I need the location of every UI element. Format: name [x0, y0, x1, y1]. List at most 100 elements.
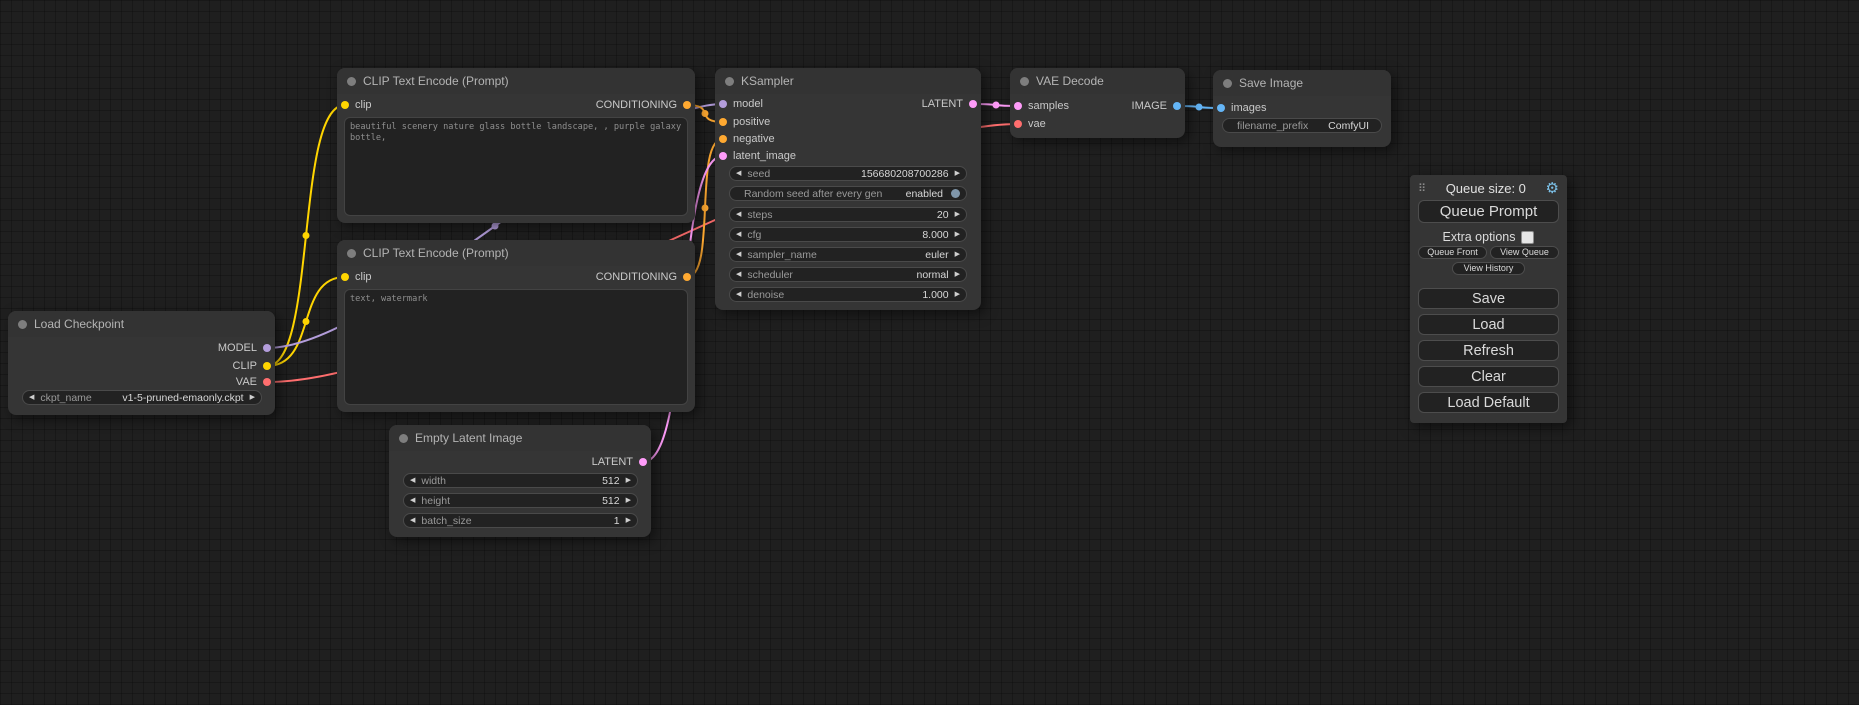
queue-size-label: Queue size: 0 — [1426, 181, 1545, 196]
increment-arrow-icon[interactable]: ▶ — [955, 211, 960, 218]
increment-arrow-icon[interactable]: ▶ — [955, 231, 960, 238]
widget-label: cfg — [747, 229, 761, 241]
view-queue-button[interactable]: View Queue — [1490, 246, 1559, 259]
node-header[interactable]: CLIP Text Encode (Prompt) — [337, 68, 695, 94]
node-graph-canvas[interactable]: Load Checkpoint MODEL CLIP VAE ◀ ckpt_na… — [0, 0, 1859, 705]
node-save-image[interactable]: Save Image images filename_prefix ComfyU… — [1213, 70, 1391, 147]
widget-value: ComfyUI — [1328, 120, 1369, 132]
prompt-textarea[interactable]: beautiful scenery nature glass bottle la… — [344, 117, 688, 216]
wire-midpoint-dot — [492, 223, 499, 230]
decrement-arrow-icon[interactable]: ◀ — [736, 170, 741, 177]
image-port-dot[interactable] — [1173, 102, 1181, 110]
collapse-dot-icon[interactable] — [725, 77, 734, 86]
load-button[interactable]: Load — [1418, 314, 1559, 335]
increment-arrow-icon[interactable]: ▶ — [955, 170, 960, 177]
load-default-button[interactable]: Load Default — [1418, 392, 1559, 413]
node-header[interactable]: VAE Decode — [1010, 68, 1185, 94]
collapse-dot-icon[interactable] — [1223, 79, 1232, 88]
view-history-button[interactable]: View History — [1452, 262, 1525, 275]
widget-label: denoise — [747, 289, 784, 301]
queue-front-button[interactable]: Queue Front — [1418, 246, 1487, 259]
node-header[interactable]: Save Image — [1213, 70, 1391, 96]
steps-widget[interactable]: ◀ steps 20 ▶ — [729, 207, 967, 222]
decrement-arrow-icon[interactable]: ◀ — [736, 231, 741, 238]
increment-arrow-icon[interactable]: ▶ — [955, 291, 960, 298]
increment-arrow-icon[interactable]: ▶ — [626, 517, 631, 524]
decrement-arrow-icon[interactable]: ◀ — [736, 211, 741, 218]
clip-port-dot[interactable] — [341, 273, 349, 281]
collapse-dot-icon[interactable] — [347, 77, 356, 86]
node-header[interactable]: Empty Latent Image — [389, 425, 651, 451]
prev-option-arrow-icon[interactable]: ◀ — [29, 394, 34, 401]
node-header[interactable]: Load Checkpoint — [8, 311, 275, 337]
decrement-arrow-icon[interactable]: ◀ — [410, 517, 415, 524]
denoise-widget[interactable]: ◀ denoise 1.000 ▶ — [729, 287, 967, 302]
filename-prefix-widget[interactable]: filename_prefix ComfyUI — [1222, 118, 1382, 133]
output-port-vae: VAE — [236, 374, 271, 390]
node-vae-decode[interactable]: VAE Decode samples vae IMAGE — [1010, 68, 1185, 138]
node-ksampler[interactable]: KSampler model positive negative latent_… — [715, 68, 981, 310]
toggle-dot[interactable] — [951, 189, 960, 198]
port-label: VAE — [236, 376, 257, 388]
latent-port-dot[interactable] — [639, 458, 647, 466]
next-option-arrow-icon[interactable]: ▶ — [955, 251, 960, 258]
node-clip-text-encode-negative[interactable]: CLIP Text Encode (Prompt) clip CONDITION… — [337, 240, 695, 412]
queue-prompt-button[interactable]: Queue Prompt — [1418, 200, 1559, 223]
collapse-dot-icon[interactable] — [1020, 77, 1029, 86]
collapse-dot-icon[interactable] — [347, 249, 356, 258]
widget-value: 20 — [937, 209, 949, 221]
port-label: latent_image — [733, 150, 796, 162]
conditioning-port-dot[interactable] — [719, 118, 727, 126]
prev-option-arrow-icon[interactable]: ◀ — [736, 271, 741, 278]
seed-widget[interactable]: ◀ seed 156680208700286 ▶ — [729, 166, 967, 181]
vae-port-dot[interactable] — [263, 378, 271, 386]
conditioning-port-dot[interactable] — [683, 101, 691, 109]
node-load-checkpoint[interactable]: Load Checkpoint MODEL CLIP VAE ◀ ckpt_na… — [8, 311, 275, 415]
settings-gear-icon[interactable]: ⚙ — [1546, 181, 1559, 196]
increment-arrow-icon[interactable]: ▶ — [626, 497, 631, 504]
drag-handle-icon[interactable]: ⠿ — [1418, 182, 1426, 195]
refresh-button[interactable]: Refresh — [1418, 340, 1559, 361]
width-widget[interactable]: ◀ width 512 ▶ — [403, 473, 638, 488]
conditioning-port-dot[interactable] — [719, 135, 727, 143]
vae-port-dot[interactable] — [1014, 120, 1022, 128]
cfg-widget[interactable]: ◀ cfg 8.000 ▶ — [729, 227, 967, 242]
widget-label: seed — [747, 168, 770, 180]
clip-port-dot[interactable] — [341, 101, 349, 109]
save-button[interactable]: Save — [1418, 288, 1559, 309]
latent-port-dot[interactable] — [969, 100, 977, 108]
sampler-name-widget[interactable]: ◀ sampler_name euler ▶ — [729, 247, 967, 262]
ckpt-name-widget[interactable]: ◀ ckpt_name v1-5-pruned-emaonly.ckpt ▶ — [22, 390, 262, 405]
node-empty-latent-image[interactable]: Empty Latent Image LATENT ◀ width 512 ▶ … — [389, 425, 651, 537]
extra-options-checkbox[interactable] — [1521, 231, 1534, 244]
latent-port-dot[interactable] — [719, 152, 727, 160]
decrement-arrow-icon[interactable]: ◀ — [410, 477, 415, 484]
node-clip-text-encode-positive[interactable]: CLIP Text Encode (Prompt) clip CONDITION… — [337, 68, 695, 223]
decrement-arrow-icon[interactable]: ◀ — [736, 291, 741, 298]
latent-port-dot[interactable] — [1014, 102, 1022, 110]
next-option-arrow-icon[interactable]: ▶ — [250, 394, 255, 401]
input-port-model: model — [719, 96, 763, 112]
clear-button[interactable]: Clear — [1418, 366, 1559, 387]
collapse-dot-icon[interactable] — [399, 434, 408, 443]
random-seed-toggle-widget[interactable]: Random seed after every gen enabled — [729, 186, 967, 201]
conditioning-port-dot[interactable] — [683, 273, 691, 281]
decrement-arrow-icon[interactable]: ◀ — [410, 497, 415, 504]
prev-option-arrow-icon[interactable]: ◀ — [736, 251, 741, 258]
input-port-positive: positive — [719, 114, 770, 130]
node-header[interactable]: KSampler — [715, 68, 981, 94]
height-widget[interactable]: ◀ height 512 ▶ — [403, 493, 638, 508]
collapse-dot-icon[interactable] — [18, 320, 27, 329]
image-port-dot[interactable] — [1217, 104, 1225, 112]
prompt-textarea[interactable]: text, watermark — [344, 289, 688, 405]
widget-value: 512 — [602, 495, 620, 507]
clip-port-dot[interactable] — [263, 362, 271, 370]
scheduler-widget[interactable]: ◀ scheduler normal ▶ — [729, 267, 967, 282]
widget-value: 512 — [602, 475, 620, 487]
model-port-dot[interactable] — [263, 344, 271, 352]
batch-size-widget[interactable]: ◀ batch_size 1 ▶ — [403, 513, 638, 528]
node-header[interactable]: CLIP Text Encode (Prompt) — [337, 240, 695, 266]
next-option-arrow-icon[interactable]: ▶ — [955, 271, 960, 278]
increment-arrow-icon[interactable]: ▶ — [626, 477, 631, 484]
model-port-dot[interactable] — [719, 100, 727, 108]
